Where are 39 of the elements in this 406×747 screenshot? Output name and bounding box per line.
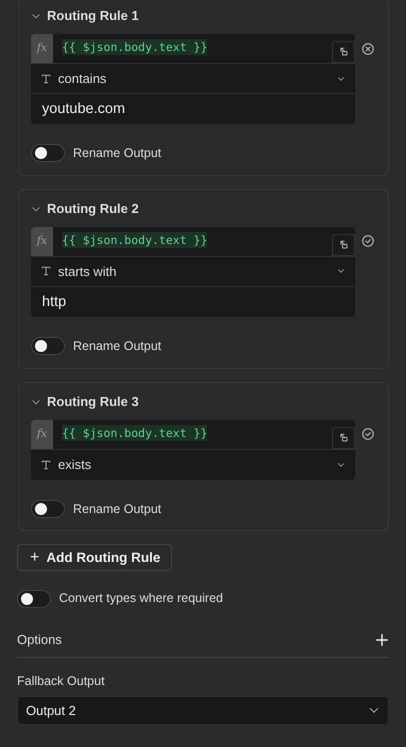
remove-icon[interactable] (361, 42, 376, 56)
toggle-switch[interactable] (31, 500, 65, 518)
toggle-switch[interactable] (31, 337, 65, 356)
value-field[interactable]: youtube.com (31, 94, 356, 124)
expand-button[interactable] (332, 426, 356, 448)
expand-button[interactable] (332, 234, 356, 256)
field-label: Fallback Output (17, 673, 105, 690)
operator-select[interactable]: exists (31, 450, 356, 480)
toggle-label: Convert types where required (59, 590, 223, 608)
expand-icon (338, 432, 350, 444)
toggle-switch[interactable] (31, 144, 65, 162)
fx-icon: fx (31, 34, 53, 63)
rule-title: Routing Rule 2 (47, 200, 139, 218)
check-circle-icon[interactable] (361, 234, 376, 248)
fx-icon: fx (31, 420, 53, 448)
text-type-icon (40, 265, 52, 278)
fallback-select[interactable]: Output 2 (17, 696, 389, 725)
operator-select[interactable]: contains (31, 64, 356, 94)
expression-field[interactable]: {{ $json.body.text }} (62, 39, 208, 55)
check-circle-icon[interactable] (361, 427, 376, 442)
text-type-icon (40, 458, 52, 470)
expression-field[interactable]: {{ $json.body.text }} (62, 232, 208, 248)
rule-title: Routing Rule 1 (47, 7, 139, 26)
expand-button[interactable] (332, 41, 356, 63)
add-rule-button[interactable]: + Add Routing Rule (17, 544, 172, 572)
expand-icon (338, 46, 350, 58)
expand-icon (338, 238, 350, 251)
rule-title: Routing Rule 3 (47, 392, 139, 411)
fx-icon: fx (31, 226, 53, 256)
expression-field[interactable]: {{ $json.body.text }} (62, 424, 208, 440)
options-label: Options (17, 630, 62, 649)
operator-select[interactable]: starts with (31, 256, 356, 287)
toggle-label: Rename Output (73, 500, 162, 518)
toggle-label: Rename Output (73, 338, 162, 355)
toggle-label: Rename Output (73, 145, 162, 162)
add-icon[interactable] (375, 632, 389, 646)
value-field[interactable]: http (31, 286, 356, 317)
text-type-icon (40, 72, 52, 84)
toggle-switch[interactable] (17, 590, 51, 608)
